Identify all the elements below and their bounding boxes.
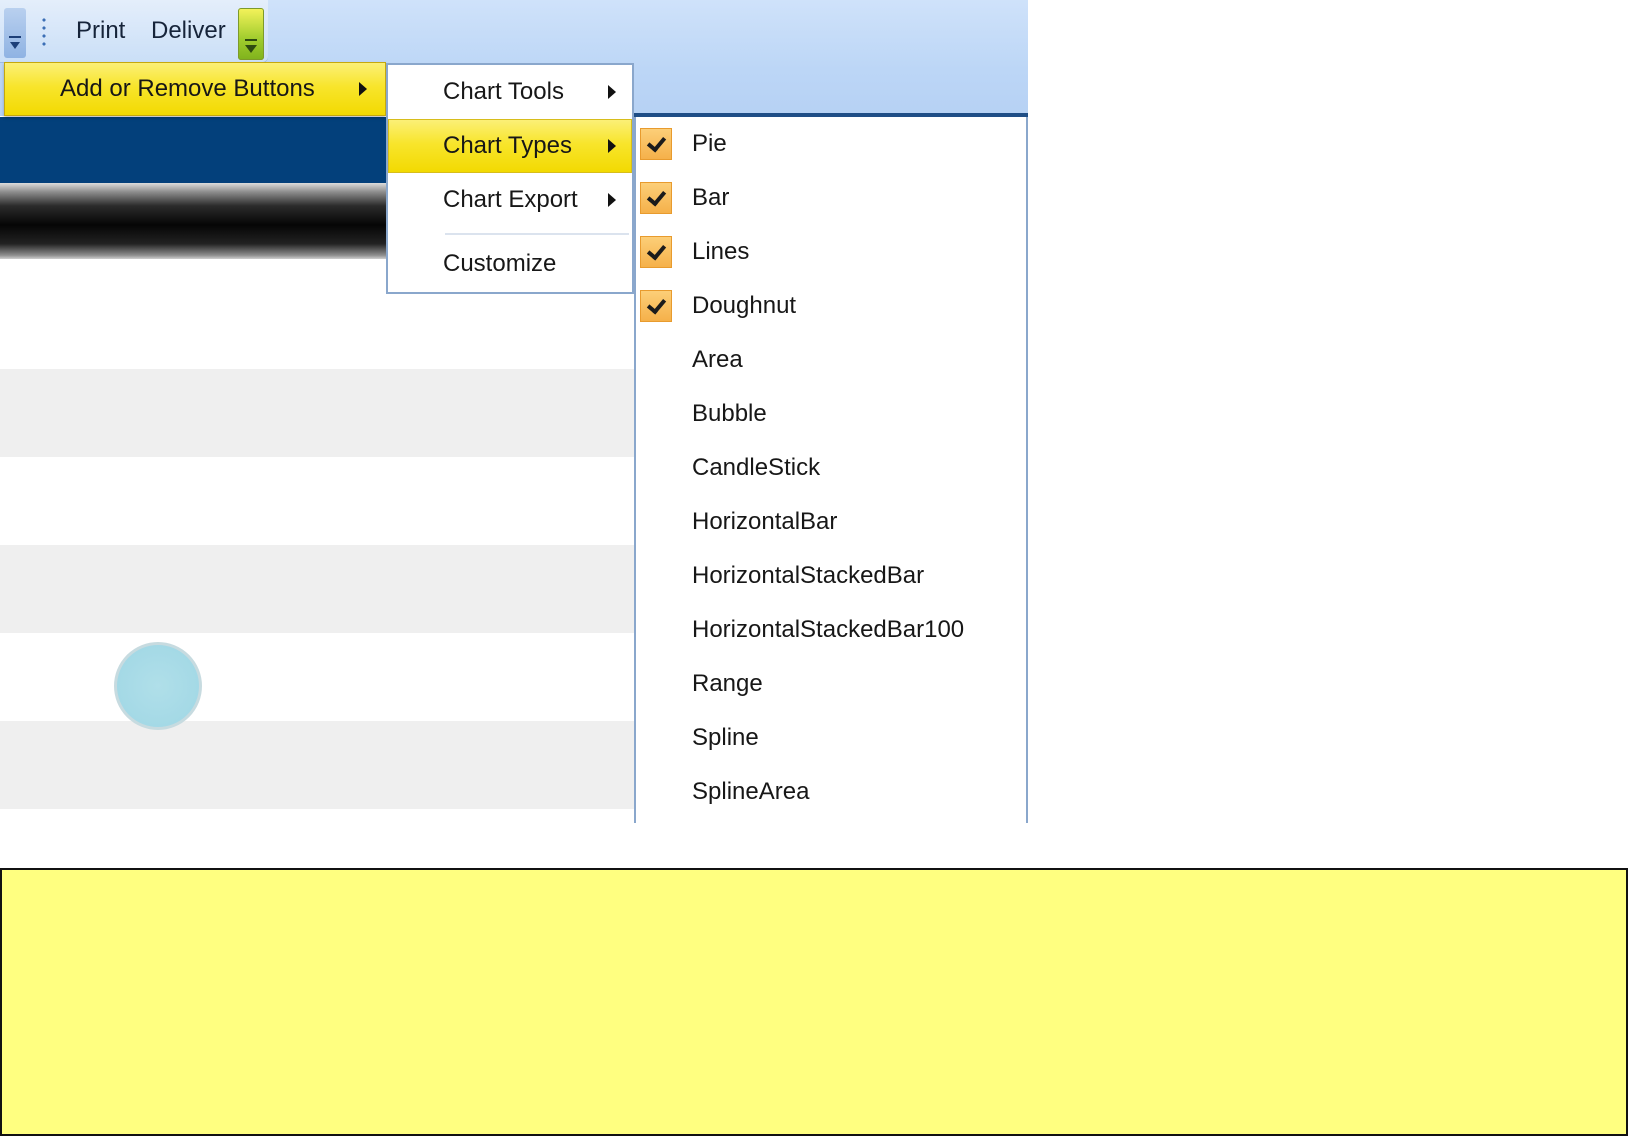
grip-icon[interactable]: [42, 16, 46, 50]
menu-item-label: CandleStick: [692, 454, 821, 481]
menu-item-label: Chart Types: [443, 132, 572, 159]
menu-item-label: Area: [692, 346, 743, 373]
triangle-right-icon: [608, 139, 616, 153]
bubble-marker: [114, 642, 202, 730]
menu-item-pie[interactable]: Pie: [636, 117, 1026, 171]
bar-icon: [245, 39, 257, 41]
menu-item-label: Spline: [692, 724, 759, 751]
row-stripe: [0, 545, 640, 633]
checkmark-icon: [640, 128, 672, 160]
menu-item-area[interactable]: Area: [636, 333, 1026, 387]
menu-item-label: Bubble: [692, 400, 767, 427]
menu-item-label: HorizontalStackedBar100: [692, 616, 965, 643]
menu-item-bubble[interactable]: Bubble: [636, 387, 1026, 441]
deliver-button[interactable]: Deliver: [151, 16, 226, 46]
menu-item-range[interactable]: Range: [636, 657, 1026, 711]
menu-item-label: Lines: [692, 238, 750, 265]
chevron-down-icon: [245, 45, 257, 53]
menu-item-label: HorizontalBar: [692, 508, 838, 535]
menu-item-candlestick[interactable]: CandleStick: [636, 441, 1026, 495]
menu-item-customize[interactable]: Customize: [388, 237, 632, 291]
quick-access-toolbar: Print Deliver: [0, 0, 268, 62]
menu-item-lines[interactable]: Lines: [636, 225, 1026, 279]
checkmark-icon: [640, 236, 672, 268]
bar-icon: [9, 36, 21, 38]
menu-item-label: Bar: [692, 184, 730, 211]
triangle-right-icon: [608, 85, 616, 99]
toolbar-options-menu: Add or Remove Buttons: [4, 62, 386, 116]
menu-item-splinearea[interactable]: SplineArea: [636, 765, 1026, 819]
menu-item-horizontalstackedbar100[interactable]: HorizontalStackedBar100: [636, 603, 1026, 657]
toolbar-customize-button[interactable]: [4, 8, 26, 58]
menu-item-label: HorizontalStackedBar: [692, 562, 925, 589]
menu-item-doughnut[interactable]: Doughnut: [636, 279, 1026, 333]
menu-item-label: Pie: [692, 130, 727, 157]
menu-item-label: SplineArea: [692, 778, 810, 805]
checkmark-icon: [640, 182, 672, 214]
row-stripe: [0, 721, 640, 809]
print-button[interactable]: Print: [76, 16, 125, 46]
application-window: Print Deliver Add or Remove Buttons Char…: [0, 0, 1028, 823]
menu-item-horizontalbar[interactable]: HorizontalBar: [636, 495, 1026, 549]
menu-item-label: Range: [692, 670, 763, 697]
menu-item-spline[interactable]: Spline: [636, 711, 1026, 765]
note-box: [0, 868, 1628, 1136]
triangle-right-icon: [608, 193, 616, 207]
menu-item-add-or-remove-buttons[interactable]: Add or Remove Buttons: [4, 62, 386, 116]
menu-item-bar[interactable]: Bar: [636, 171, 1026, 225]
menu-item-label: Add or Remove Buttons: [60, 75, 315, 102]
chevron-down-icon: [10, 42, 20, 49]
row-stripe: [0, 369, 640, 457]
triangle-right-icon: [359, 82, 367, 96]
menu-item-label: Doughnut: [692, 292, 797, 319]
menu-item-label: Chart Export: [443, 186, 578, 213]
chart-tools-menu: Chart Tools Chart Types Chart Export Cus…: [386, 63, 634, 294]
toolbar-overflow-button[interactable]: [238, 8, 264, 60]
menu-item-chart-types[interactable]: Chart Types: [388, 119, 632, 173]
menu-item-label: Customize: [443, 250, 557, 277]
menu-item-chart-export[interactable]: Chart Export: [388, 173, 632, 227]
menu-item-label: Chart Tools: [443, 78, 564, 105]
checkmark-icon: [640, 290, 672, 322]
menu-separator: [445, 233, 629, 235]
chart-types-menu: Pie Bar Lines Doughnut Area Bubble Candl…: [634, 117, 1028, 823]
menu-item-horizontalstackedbar[interactable]: HorizontalStackedBar: [636, 549, 1026, 603]
menu-item-chart-tools[interactable]: Chart Tools: [388, 65, 632, 119]
